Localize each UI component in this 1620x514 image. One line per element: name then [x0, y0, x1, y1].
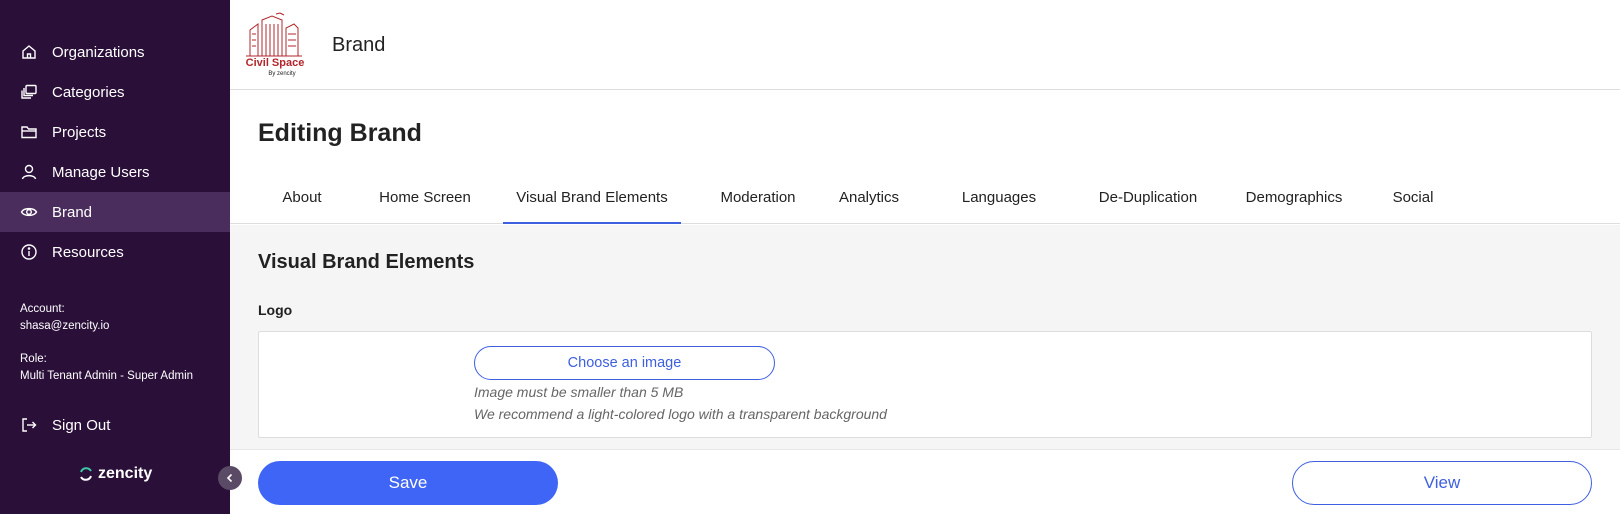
tab-social[interactable]: Social [1378, 172, 1448, 224]
tab-de-duplication[interactable]: De-Duplication [1082, 172, 1214, 224]
sidebar-item-organizations[interactable]: Organizations [0, 32, 230, 72]
civil-space-logo: Civil Space By zencity [246, 12, 305, 77]
choose-image-button[interactable]: Choose an image [474, 346, 775, 380]
tab-moderation[interactable]: Moderation [708, 172, 808, 224]
folder-icon [20, 123, 38, 141]
sidebar-item-label: Projects [52, 123, 107, 141]
sidebar-item-brand[interactable]: Brand [0, 192, 230, 232]
logo-field-label: Logo [258, 302, 293, 318]
tab-home-screen[interactable]: Home Screen [368, 172, 482, 224]
tab-analytics[interactable]: Analytics [830, 172, 908, 224]
sidebar-item-label: Brand [52, 203, 93, 221]
tab-about[interactable]: About [262, 172, 342, 224]
logo-upload-box: Choose an image Image must be smaller th… [258, 331, 1592, 438]
info-icon [20, 243, 38, 261]
zencity-wordmark: zencity [98, 465, 153, 482]
account-info: Account: shasa@zencity.io Role: Multi Te… [20, 301, 193, 385]
save-button[interactable]: Save [258, 461, 558, 505]
recommend-hint: We recommend a light-colored logo with a… [474, 406, 887, 422]
layers-icon [20, 83, 38, 101]
header-title: Brand [332, 34, 386, 56]
sidebar-nav: Organizations Categories Projects Manage… [0, 32, 230, 272]
sidebar-item-label: Resources [52, 243, 124, 261]
role-value: Multi Tenant Admin - Super Admin [20, 370, 194, 382]
content-panel: Visual Brand Elements Logo Choose an ima… [230, 225, 1620, 449]
view-button[interactable]: View [1292, 461, 1592, 505]
user-icon [20, 163, 38, 181]
tab-languages[interactable]: Languages [954, 172, 1044, 224]
sidebar-item-label: Organizations [52, 43, 145, 61]
zencity-mark-icon [80, 467, 92, 481]
action-footer: Save View [230, 449, 1620, 514]
sign-out-icon [20, 416, 38, 434]
sidebar-item-categories[interactable]: Categories [0, 72, 230, 112]
account-email: shasa@zencity.io [20, 320, 110, 332]
tab-demographics[interactable]: Demographics [1234, 172, 1354, 224]
sign-out-label: Sign Out [52, 416, 111, 434]
tab-visual-brand-elements[interactable]: Visual Brand Elements [503, 172, 681, 224]
zencity-logo: zencity [78, 465, 152, 483]
svg-text:By zencity: By zencity [268, 71, 295, 77]
sidebar-collapse-button[interactable] [218, 466, 242, 490]
account-label: Account: [20, 303, 65, 315]
sidebar-item-label: Categories [52, 83, 125, 101]
sidebar-item-projects[interactable]: Projects [0, 112, 230, 152]
size-hint: Image must be smaller than 5 MB [474, 384, 684, 400]
eye-icon [20, 203, 38, 221]
role-label: Role: [20, 353, 47, 365]
chevron-left-icon [226, 473, 233, 483]
svg-text:Civil Space: Civil Space [246, 57, 305, 69]
top-bar: Civil Space By zencity Brand [230, 0, 1620, 90]
tab-bar: About Home Screen Visual Brand Elements … [230, 172, 1620, 224]
home-icon [20, 43, 38, 61]
sidebar: Organizations Categories Projects Manage… [0, 0, 230, 514]
sidebar-item-label: Manage Users [52, 163, 150, 181]
sidebar-item-resources[interactable]: Resources [0, 232, 230, 272]
main-area: Civil Space By zencity Brand Editing Bra… [230, 0, 1620, 514]
sign-out-button[interactable]: Sign Out [0, 405, 230, 445]
page-title: Editing Brand [258, 119, 422, 147]
section-title: Visual Brand Elements [258, 251, 475, 273]
sidebar-item-manage-users[interactable]: Manage Users [0, 152, 230, 192]
